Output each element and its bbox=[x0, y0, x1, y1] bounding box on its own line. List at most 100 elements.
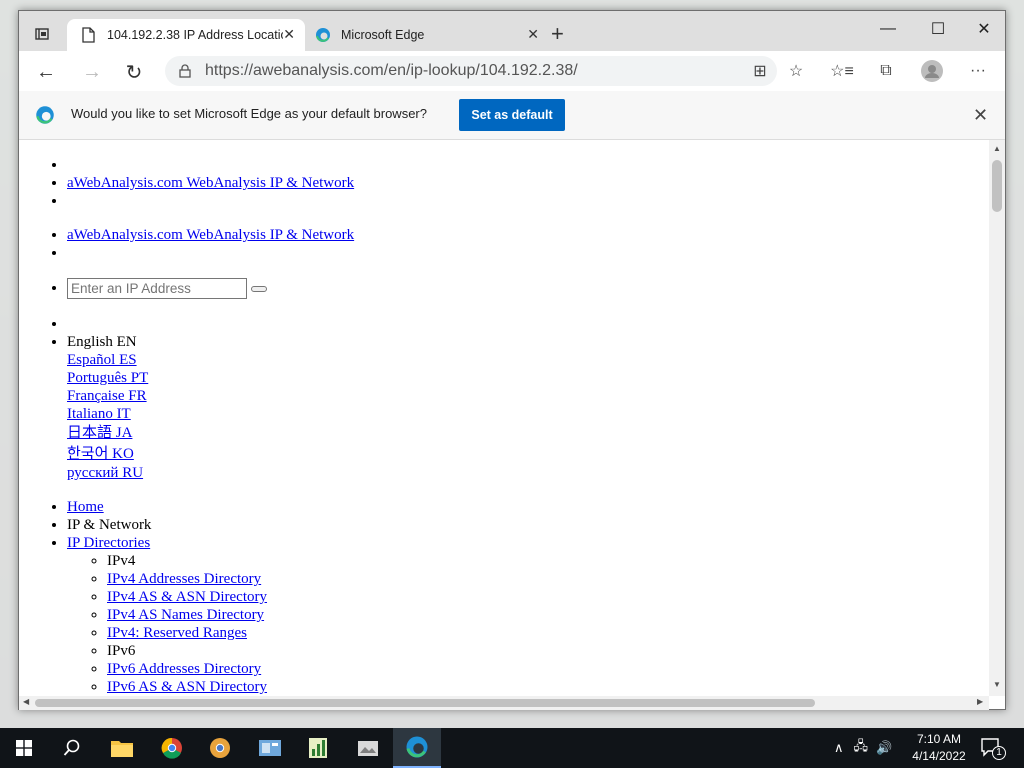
header-list: aWebAnalysis.com WebAnalysis IP & Networ… bbox=[19, 156, 989, 210]
scroll-up-icon[interactable]: ▲ bbox=[993, 144, 1001, 153]
language-list: English EN Español ES Português PT Franç… bbox=[67, 333, 989, 482]
network-icon[interactable]: 🖧 bbox=[854, 737, 869, 759]
app-available-button[interactable]: ⊞ bbox=[747, 60, 773, 82]
ipv6-addresses-link[interactable]: IPv6 Addresses Directory bbox=[107, 661, 261, 677]
nav-item: IP Directories IPv4 IPv4 Addresses Direc… bbox=[67, 534, 989, 696]
more-icon: ··· bbox=[970, 62, 986, 79]
scroll-down-icon[interactable]: ▼ bbox=[993, 680, 1001, 689]
add-favorite-button[interactable]: ☆ bbox=[783, 60, 809, 82]
lock-icon bbox=[179, 64, 191, 78]
close-infobar-icon[interactable]: ✕ bbox=[973, 105, 988, 126]
ip-search-input[interactable] bbox=[67, 278, 247, 299]
ip-search-submit-button[interactable] bbox=[251, 285, 267, 292]
address-bar[interactable]: https://awebanalysis.com/en/ip-lookup/10… bbox=[165, 56, 777, 86]
nav-item: Home bbox=[67, 498, 989, 516]
taskbar-app-2[interactable] bbox=[294, 728, 342, 768]
favorites-button[interactable]: ☆≡ bbox=[829, 60, 855, 82]
ipv4-reserved-link[interactable]: IPv4: Reserved Ranges bbox=[107, 625, 247, 641]
search-list bbox=[19, 278, 989, 299]
nav-ip-directories-link[interactable]: IP Directories bbox=[67, 535, 150, 551]
folder-icon bbox=[111, 741, 133, 757]
taskbar-chromium[interactable] bbox=[196, 728, 244, 768]
vertical-scroll-thumb[interactable] bbox=[992, 160, 1002, 212]
forward-button[interactable]: → bbox=[77, 59, 107, 85]
taskbar-app-1[interactable] bbox=[246, 728, 294, 768]
language-link-es[interactable]: Español ES bbox=[67, 352, 137, 368]
submenu-heading-ipv4: IPv4 bbox=[107, 552, 989, 570]
edge-icon bbox=[406, 736, 428, 758]
settings-more-button[interactable]: ··· bbox=[965, 60, 991, 82]
ipv4-as-names-link[interactable]: IPv4 AS Names Directory bbox=[107, 607, 264, 623]
logo-link[interactable]: aWebAnalysis.com WebAnalysis IP & Networ… bbox=[67, 175, 354, 191]
tab-ip-location[interactable]: 104.192.2.38 IP Address Location ✕ bbox=[67, 19, 305, 51]
main-nav: Home IP & Network IP Directories IPv4 IP… bbox=[19, 498, 989, 696]
submenu-item: IPv4 AS & ASN Directory bbox=[107, 588, 989, 606]
submenu-item: IPv6 Addresses Directory bbox=[107, 660, 989, 678]
submenu-item: IPv4 AS Names Directory bbox=[107, 606, 989, 624]
chart-app-icon bbox=[309, 738, 327, 758]
browser-window: 104.192.2.38 IP Address Location ✕ Micro… bbox=[18, 10, 1006, 710]
language-link-fr[interactable]: Française FR bbox=[67, 388, 147, 404]
back-button[interactable]: ← bbox=[31, 59, 61, 85]
page-viewport: aWebAnalysis.com WebAnalysis IP & Networ… bbox=[19, 140, 1005, 696]
header-list-2: aWebAnalysis.com WebAnalysis IP & Networ… bbox=[19, 226, 989, 262]
edge-icon bbox=[316, 28, 330, 42]
chrome-icon bbox=[161, 737, 182, 759]
search-button[interactable] bbox=[48, 728, 96, 768]
vertical-scrollbar[interactable]: ▲ ▼ bbox=[989, 140, 1005, 696]
start-button[interactable] bbox=[0, 728, 48, 768]
image-viewer-icon bbox=[358, 741, 378, 756]
language-link-ko[interactable]: 한국어 KO bbox=[67, 446, 134, 462]
language-link-pt[interactable]: Português PT bbox=[67, 370, 148, 386]
browser-toolbar: ← → ↻ https://awebanalysis.com/en/ip-loo… bbox=[19, 51, 1005, 92]
nav-home-link[interactable]: Home bbox=[67, 499, 104, 515]
horizontal-scrollbar[interactable]: ◀ ▶ bbox=[19, 696, 989, 710]
taskbar-app-3[interactable] bbox=[344, 728, 392, 768]
ipv4-addresses-link[interactable]: IPv4 Addresses Directory bbox=[107, 571, 261, 587]
submenu-heading-ipv6: IPv6 bbox=[107, 642, 989, 660]
language-link-it[interactable]: Italiano IT bbox=[67, 406, 131, 422]
collections-icon: ⧉ bbox=[880, 62, 892, 79]
taskbar-edge[interactable] bbox=[393, 728, 441, 768]
apps-icon: ⊞ bbox=[753, 63, 767, 80]
set-as-default-button[interactable]: Set as default bbox=[459, 99, 565, 131]
control-panel-icon bbox=[259, 740, 281, 756]
new-tab-button[interactable]: + bbox=[551, 23, 564, 45]
close-tab-icon[interactable]: ✕ bbox=[283, 26, 295, 43]
horizontal-scroll-thumb[interactable] bbox=[35, 699, 815, 707]
avatar-icon bbox=[921, 60, 943, 82]
list-item bbox=[67, 278, 989, 299]
maximize-button[interactable]: ☐ bbox=[915, 15, 961, 43]
tab-microsoft-edge[interactable]: Microsoft Edge ✕ bbox=[309, 19, 545, 51]
profile-button[interactable] bbox=[919, 60, 945, 82]
volume-icon[interactable]: 🔊 bbox=[876, 740, 892, 756]
close-window-button[interactable]: ✕ bbox=[961, 15, 1007, 43]
language-menu: English EN Español ES Português PT Franç… bbox=[19, 315, 989, 482]
scroll-left-icon[interactable]: ◀ bbox=[23, 697, 29, 706]
taskbar-file-explorer[interactable] bbox=[98, 728, 146, 768]
ipv6-as-asn-link[interactable]: IPv6 AS & ASN Directory bbox=[107, 679, 267, 695]
collections-button[interactable]: ⧉ bbox=[873, 60, 899, 82]
tab-actions-button[interactable] bbox=[27, 21, 57, 47]
language-option: Française FR bbox=[67, 387, 989, 405]
infobar-message: Would you like to set Microsoft Edge as … bbox=[71, 106, 427, 121]
list-item: aWebAnalysis.com WebAnalysis IP & Networ… bbox=[67, 174, 989, 192]
scroll-right-icon[interactable]: ▶ bbox=[977, 697, 983, 706]
language-option: Português PT bbox=[67, 369, 989, 387]
chromium-icon bbox=[210, 738, 230, 758]
taskbar: ∧ 🖧 🔊 7:10 AM 4/14/2022 1 bbox=[0, 728, 1024, 768]
page-content: aWebAnalysis.com WebAnalysis IP & Networ… bbox=[19, 140, 989, 696]
language-link-ja[interactable]: 日本語 JA bbox=[67, 425, 132, 441]
logo-link[interactable]: aWebAnalysis.com WebAnalysis IP & Networ… bbox=[67, 227, 354, 243]
refresh-button[interactable]: ↻ bbox=[119, 59, 149, 85]
language-link-ru[interactable]: русский RU bbox=[67, 465, 143, 481]
close-tab-icon[interactable]: ✕ bbox=[527, 26, 539, 43]
clock[interactable]: 7:10 AM 4/14/2022 bbox=[906, 731, 972, 765]
minimize-button[interactable]: — bbox=[865, 15, 911, 43]
ipv4-as-asn-link[interactable]: IPv4 AS & ASN Directory bbox=[107, 589, 267, 605]
arrow-left-icon: ← bbox=[36, 60, 56, 83]
list-item: aWebAnalysis.com WebAnalysis IP & Networ… bbox=[67, 226, 989, 244]
chevron-up-icon[interactable]: ∧ bbox=[834, 740, 844, 756]
taskbar-chrome[interactable] bbox=[148, 728, 196, 768]
notification-center-button[interactable]: 1 bbox=[980, 736, 1006, 760]
